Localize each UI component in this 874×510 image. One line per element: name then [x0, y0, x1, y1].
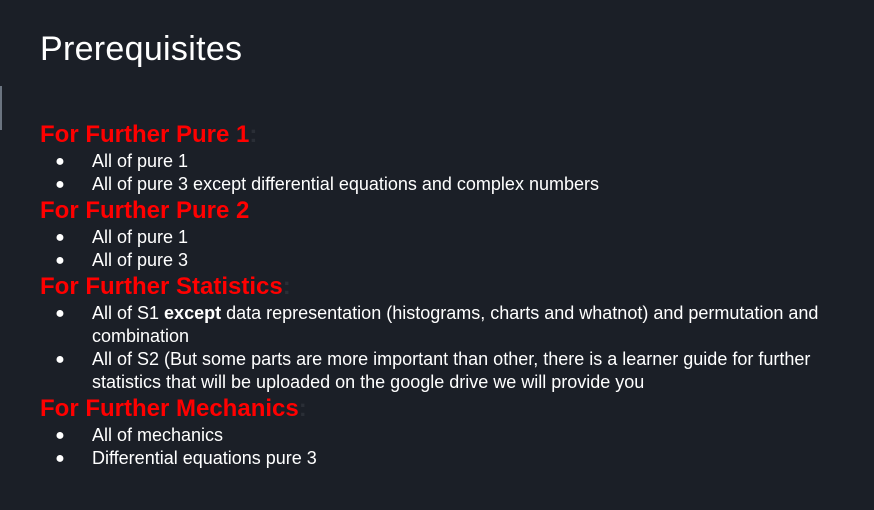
bullet-icon: ● [55, 351, 65, 368]
section-heading-further-pure-2: For Further Pure 2 [40, 196, 850, 226]
section-heading-text: For Further Mechanics [40, 395, 299, 422]
section-heading-further-pure-1: For Further Pure 1: [40, 120, 850, 150]
heading-colon: : [282, 273, 291, 300]
bullet-icon: ● [55, 252, 65, 269]
section-heading-further-mechanics: For Further Mechanics: [40, 394, 850, 424]
slide: Prerequisites For Further Pure 1: ● All o… [0, 0, 874, 510]
list-further-pure-1: ● All of pure 1 ● All of pure 3 except dif… [40, 150, 850, 196]
section-heading-text: For Further Pure 1 [40, 121, 250, 148]
list-further-mechanics: ● All of mechanics ● Differential equation… [40, 424, 850, 470]
list-item-text: All of mechanics [92, 425, 224, 445]
list-item-text: Differential equations pure 3 [92, 448, 317, 468]
list-item: ● All of pure 1 [40, 150, 850, 173]
slide-title: Prerequisites [40, 30, 243, 68]
list-item-emphasis: except [164, 303, 222, 323]
list-item: ● All of pure 3 [40, 249, 850, 272]
list-further-pure-2: ● All of pure 1 ● All of pure 3 [40, 226, 850, 272]
heading-colon: : [298, 395, 307, 422]
list-item-text: All of pure 1 [92, 151, 189, 171]
left-edge-marker [0, 86, 2, 130]
bullet-icon: ● [55, 305, 65, 322]
list-item: ● All of pure 1 [40, 226, 850, 249]
list-item: ● All of S1 except data representation (h… [40, 302, 850, 348]
list-item: ● All of mechanics [40, 424, 850, 447]
section-heading-text: For Further Pure 2 [40, 197, 250, 224]
list-item-text: All of pure 1 [92, 227, 189, 247]
bullet-icon: ● [55, 427, 65, 444]
section-heading-text: For Further Statistics [40, 273, 283, 300]
list-item: ● All of pure 3 except differential equat… [40, 173, 850, 196]
list-further-statistics: ● All of S1 except data representation (h… [40, 302, 850, 394]
bullet-icon: ● [55, 229, 65, 246]
bullet-icon: ● [55, 153, 65, 170]
heading-colon: : [249, 121, 258, 148]
list-item-text-before: All of S1 [92, 303, 165, 323]
list-item: ● All of S2 (But some parts are more impo… [40, 348, 850, 394]
list-item-text: All of S2 (But some parts are more impor… [92, 349, 811, 392]
bullet-icon: ● [55, 450, 65, 467]
slide-content: For Further Pure 1: ● All of pure 1 ● All … [40, 120, 850, 470]
list-item: ● Differential equations pure 3 [40, 447, 850, 470]
bullet-icon: ● [55, 176, 65, 193]
list-item-text: All of pure 3 [92, 250, 189, 270]
section-heading-further-statistics: For Further Statistics: [40, 272, 850, 302]
list-item-text: All of pure 3 except differential equati… [92, 174, 599, 194]
